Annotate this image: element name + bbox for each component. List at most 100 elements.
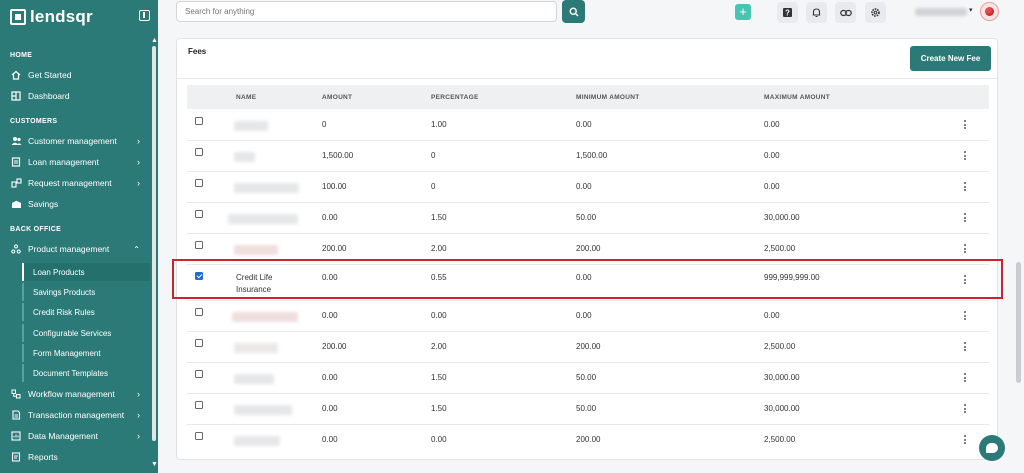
table-row[interactable]: 100.00 0 0.00 0.00	[187, 172, 989, 203]
sidebar-subitem-form-management[interactable]: Form Management	[22, 344, 150, 362]
cell-percentage: 1.50	[431, 404, 447, 413]
row-checkbox[interactable]	[195, 370, 203, 378]
search-button[interactable]	[562, 0, 585, 23]
row-actions-icon[interactable]	[964, 182, 967, 193]
cell-minimum-amount: 1,500.00	[576, 151, 608, 160]
row-actions-icon[interactable]	[964, 244, 967, 255]
sidebar-item-request-management[interactable]: Request management ›	[10, 174, 148, 192]
add-icon[interactable]: +	[735, 4, 751, 20]
sidebar-subitem-label: Loan Products	[33, 267, 85, 277]
divider	[177, 78, 997, 79]
row-checkbox[interactable]	[195, 308, 203, 316]
table-row[interactable]: 0.00 0.00 200.00 2,500.00	[187, 425, 989, 456]
sidebar-item-customer-management[interactable]: Customer management ›	[10, 132, 148, 150]
avatar[interactable]	[980, 2, 999, 21]
row-actions-icon[interactable]	[964, 404, 967, 415]
collapse-sidebar-icon[interactable]	[139, 10, 150, 21]
sidebar-scrollbar[interactable]	[152, 46, 156, 441]
row-actions-icon[interactable]	[964, 342, 967, 353]
fees-card: Fees Create New Fee NAME AMOUNT PERCENTA…	[176, 38, 998, 460]
redacted-name	[234, 405, 292, 415]
sidebar-subitem-label: Form Management	[33, 348, 101, 358]
user-name-redacted[interactable]	[915, 8, 967, 16]
row-checkbox[interactable]	[195, 210, 203, 218]
row-checkbox[interactable]	[195, 401, 203, 409]
sidebar-item-product-management[interactable]: Product management ⌃	[10, 240, 148, 258]
chevron-right-icon: ›	[137, 410, 140, 420]
row-actions-icon[interactable]	[964, 120, 967, 131]
sidebar-scroll-up-icon[interactable]: ▲	[151, 37, 158, 44]
column-header-percentage[interactable]: PERCENTAGE	[431, 94, 479, 101]
row-checkbox[interactable]	[195, 339, 203, 347]
column-header-amount[interactable]: AMOUNT	[322, 94, 352, 101]
row-actions-icon[interactable]	[964, 213, 967, 224]
redacted-name	[234, 152, 255, 162]
sidebar-item-transaction-management[interactable]: Transaction management ›	[10, 406, 148, 424]
cell-percentage: 1.50	[431, 213, 447, 222]
link-icon	[839, 9, 852, 16]
help-button[interactable]: ?	[777, 2, 798, 23]
redacted-name	[234, 374, 274, 384]
top-bar: + ? ▾	[158, 0, 1024, 24]
table-row[interactable]: 0 1.00 0.00 0.00	[187, 110, 989, 141]
sidebar-subitem-loan-products[interactable]: Loan Products	[22, 263, 150, 281]
sidebar-item-data-management[interactable]: Data Management ›	[10, 427, 148, 445]
sidebar-subitem-configurable-services[interactable]: Configurable Services	[22, 324, 150, 342]
settings-button[interactable]	[865, 2, 886, 23]
sidebar-item-dashboard[interactable]: Dashboard	[10, 87, 148, 105]
cell-maximum-amount: 0.00	[764, 120, 780, 129]
table-row[interactable]: 0.00 1.50 50.00 30,000.00	[187, 394, 989, 425]
cell-percentage: 1.00	[431, 120, 447, 129]
row-checkbox[interactable]	[195, 148, 203, 156]
notifications-button[interactable]	[806, 2, 827, 23]
link-button[interactable]	[835, 2, 856, 23]
sidebar-subitem-label: Savings Products	[33, 287, 96, 297]
chevron-right-icon: ›	[137, 389, 140, 399]
sidebar-item-loan-management[interactable]: Loan management ›	[10, 153, 148, 171]
column-header-name[interactable]: NAME	[236, 94, 256, 101]
section-title-home: HOME	[10, 52, 33, 59]
chat-icon[interactable]	[979, 435, 1005, 461]
create-new-fee-button[interactable]: Create New Fee	[910, 46, 991, 71]
cell-amount: 100.00	[322, 182, 347, 191]
search-input[interactable]	[176, 1, 557, 22]
table-row[interactable]: 1,500.00 0 1,500.00 0.00	[187, 141, 989, 172]
user-menu-caret-icon[interactable]: ▾	[969, 6, 973, 14]
chevron-right-icon: ›	[137, 136, 140, 146]
column-header-maximum-amount[interactable]: MAXIMUM AMOUNT	[764, 94, 830, 101]
sidebar-scroll-down-icon[interactable]: ▼	[151, 461, 158, 468]
row-actions-icon[interactable]	[964, 373, 967, 384]
cell-minimum-amount: 0.00	[576, 311, 592, 320]
sidebar-subitem-savings-products[interactable]: Savings Products	[22, 283, 150, 301]
table-row[interactable]: 0.00 1.50 50.00 30,000.00	[187, 203, 989, 234]
page-scrollbar[interactable]	[1016, 262, 1021, 383]
sidebar-subitem-document-templates[interactable]: Document Templates	[22, 364, 150, 382]
cell-maximum-amount: 0.00	[764, 311, 780, 320]
sidebar-item-workflow-management[interactable]: Workflow management ›	[10, 385, 148, 403]
redacted-name	[234, 183, 299, 193]
table-row[interactable]: 0.00 0.00 0.00 0.00	[187, 301, 989, 332]
row-checkbox[interactable]	[195, 179, 203, 187]
row-checkbox[interactable]	[195, 432, 203, 440]
sidebar-item-reports[interactable]: Reports	[10, 448, 148, 466]
row-checkbox[interactable]	[195, 117, 203, 125]
cell-amount: 0.00	[322, 311, 338, 320]
cell-amount: 0	[322, 120, 327, 129]
sidebar-subitem-credit-risk-rules[interactable]: Credit Risk Rules	[22, 303, 150, 321]
row-actions-icon[interactable]	[964, 435, 967, 446]
sidebar-item-savings[interactable]: Savings	[10, 195, 148, 213]
brand-logo[interactable]: lendsqr	[10, 6, 93, 28]
redacted-name	[234, 343, 278, 353]
table-row[interactable]: 200.00 2.00 200.00 2,500.00	[187, 332, 989, 363]
row-actions-icon[interactable]	[964, 311, 967, 322]
reports-icon	[10, 451, 22, 463]
sidebar-item-label: Savings	[28, 199, 59, 209]
sidebar-item-get-started[interactable]: Get Started	[10, 66, 148, 84]
row-checkbox[interactable]	[195, 241, 203, 249]
column-header-minimum-amount[interactable]: MINIMUM AMOUNT	[576, 94, 640, 101]
bell-icon	[812, 8, 821, 18]
row-actions-icon[interactable]	[964, 151, 967, 162]
search-icon	[568, 6, 578, 16]
request-icon	[10, 177, 22, 189]
table-row[interactable]: 0.00 1.50 50.00 30,000.00	[187, 363, 989, 394]
